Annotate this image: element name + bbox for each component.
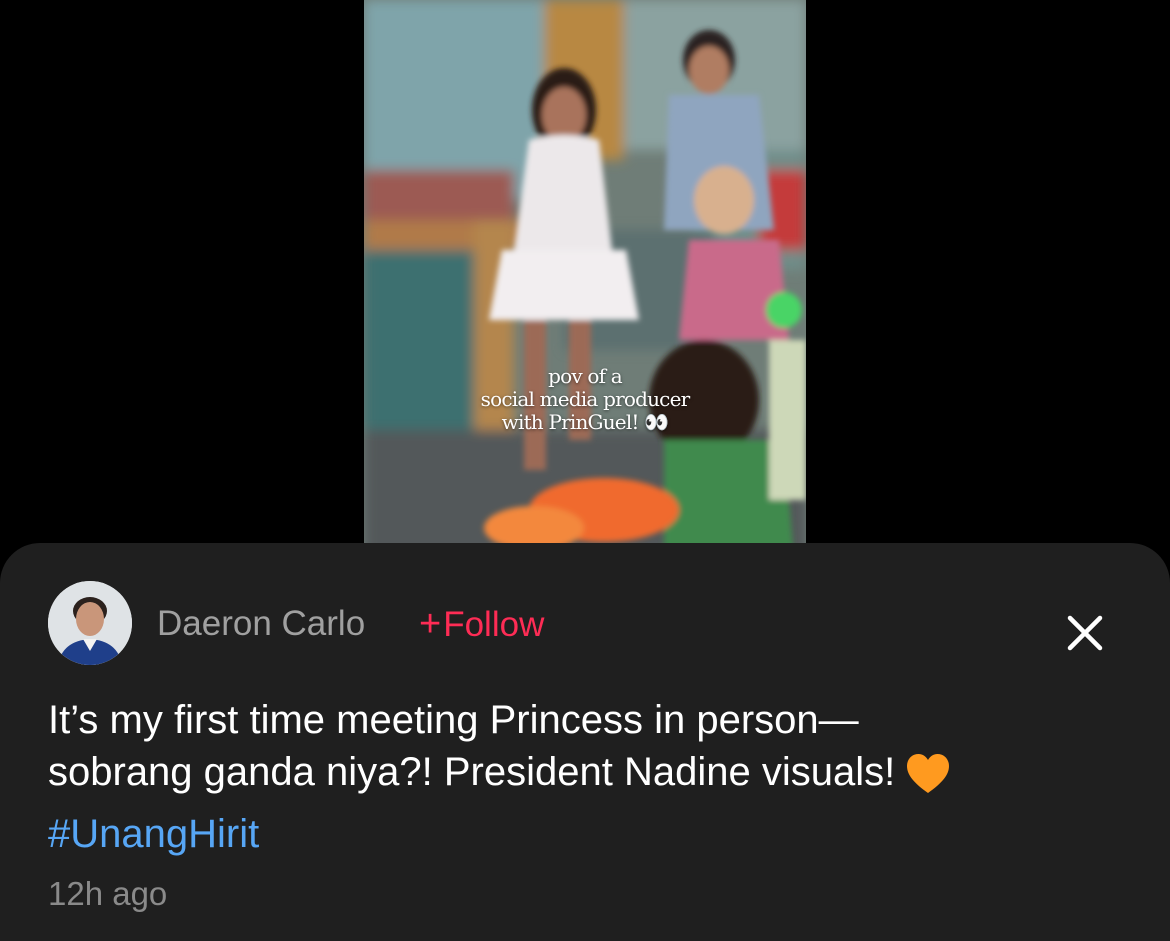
- video-player[interactable]: pov of a social media producer with Prin…: [364, 0, 806, 560]
- video-frame-image: [364, 0, 806, 560]
- post-caption: It’s my first time meeting Princess in p…: [48, 694, 1128, 860]
- plus-icon: +: [419, 603, 442, 645]
- video-caption: pov of a social media producer with Prin…: [364, 365, 806, 434]
- caption-text-line: sobrang ganda niya?! President Nadine vi…: [48, 746, 1128, 808]
- avatar[interactable]: [48, 581, 132, 665]
- caption-text: sobrang ganda niya?! President Nadine vi…: [48, 750, 896, 794]
- story-screen: pov of a social media producer with Prin…: [0, 0, 1170, 941]
- follow-button[interactable]: +Follow: [419, 604, 544, 645]
- follow-label: Follow: [443, 605, 545, 644]
- caption-text-line: #UnangHirit: [48, 808, 1128, 860]
- caption-line: social media producer: [480, 387, 691, 411]
- profile-photo: [48, 581, 132, 665]
- post-timestamp: 12h ago: [48, 875, 168, 912]
- caption-line: pov of a: [548, 364, 623, 388]
- caption-text-line: It’s my first time meeting Princess in p…: [48, 698, 859, 742]
- caption-line: with PrinGuel! 👀: [501, 410, 669, 434]
- close-button[interactable]: [1062, 610, 1108, 656]
- post-details-sheet: Daeron Carlo +Follow It’s my first time …: [0, 543, 1170, 941]
- close-icon: [1067, 615, 1103, 651]
- author-name[interactable]: Daeron Carlo: [157, 604, 365, 644]
- hashtag-link[interactable]: #UnangHirit: [48, 812, 259, 856]
- orange-heart-icon: [905, 753, 951, 808]
